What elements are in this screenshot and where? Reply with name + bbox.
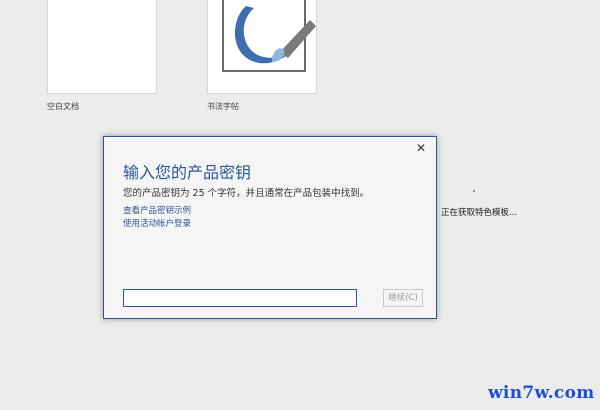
loading-dot — [473, 190, 475, 192]
calligraphy-template[interactable] — [207, 0, 317, 94]
dialog-description: 您的产品密钥为 25 个字符，并且通常在产品包装中找到。 — [123, 188, 370, 199]
view-key-example-link[interactable]: 查看产品密钥示例 — [123, 204, 191, 216]
product-key-input[interactable] — [123, 289, 357, 307]
blank-document-label: 空白文档 — [47, 102, 79, 111]
calligraphy-thumbnail — [222, 0, 316, 72]
continue-button[interactable]: 继续(C) — [383, 289, 423, 307]
loading-featured-templates-text: 正在获取特色模板... — [441, 208, 518, 218]
calligraphy-template-label: 书法字帖 — [207, 102, 239, 111]
sign-in-account-link[interactable]: 使用活动帐户登录 — [123, 217, 191, 229]
watermark: win7w.com — [488, 383, 595, 403]
brush-icon — [234, 6, 316, 64]
dialog-title: 输入您的产品密钥 — [123, 163, 252, 182]
product-key-dialog: ✕ 输入您的产品密钥 您的产品密钥为 25 个字符，并且通常在产品包装中找到。 … — [103, 136, 437, 319]
close-icon[interactable]: ✕ — [413, 140, 429, 156]
blank-document-template[interactable] — [47, 0, 157, 94]
